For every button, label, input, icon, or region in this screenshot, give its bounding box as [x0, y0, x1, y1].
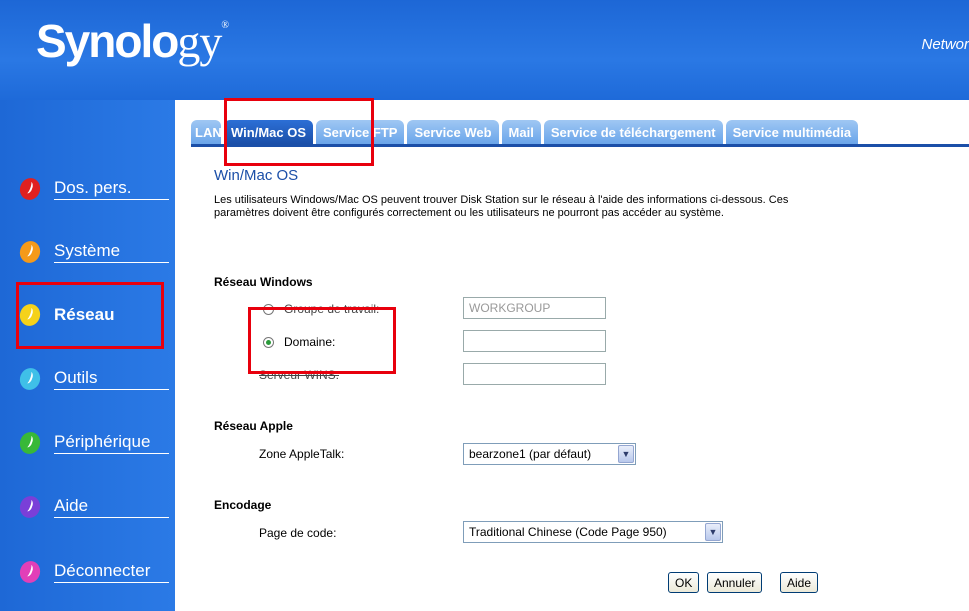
sidebar-item-label: Aide: [54, 496, 169, 518]
codepage-select[interactable]: Traditional Chinese (Code Page 950) ▼: [463, 521, 723, 543]
bullet-icon: [16, 429, 44, 457]
logo-registered-mark: ®: [221, 20, 229, 31]
page-title: Win/Mac OS: [214, 167, 299, 184]
bullet-icon: [16, 175, 44, 203]
sidebar: Dos. pers. Système Réseau Outils Périphé…: [0, 100, 175, 611]
bullet-icon: [16, 493, 44, 521]
sidebar-item-deconnecter[interactable]: Déconnecter: [16, 555, 170, 589]
bullet-icon: [16, 238, 44, 266]
highlight-box-reseau: [16, 282, 164, 349]
highlight-box-tab: [224, 98, 374, 166]
encoding-heading: Encodage: [214, 498, 272, 512]
page-description: Les utilisateurs Windows/Mac OS peuvent …: [214, 194, 789, 219]
domain-input[interactable]: [463, 330, 606, 352]
sidebar-item-peripherique[interactable]: Périphérique: [16, 426, 170, 460]
sidebar-item-label: Dos. pers.: [54, 178, 169, 200]
help-button[interactable]: Aide: [780, 572, 819, 593]
sidebar-item-label: Déconnecter: [54, 561, 169, 583]
synology-logo: Synology®: [36, 14, 229, 68]
ok-button[interactable]: OK: [668, 572, 700, 593]
highlight-box-domaine: [248, 307, 396, 374]
bullet-icon: [16, 558, 44, 586]
appletalk-zone-value: bearzone1 (par défaut): [469, 447, 592, 461]
appletalk-zone-select[interactable]: bearzone1 (par défaut) ▼: [463, 443, 636, 465]
sidebar-item-label: Système: [54, 241, 169, 263]
cancel-button[interactable]: Annuler: [707, 572, 763, 593]
sidebar-item-dos-pers[interactable]: Dos. pers.: [16, 172, 170, 206]
tab-lan[interactable]: LAN: [191, 120, 221, 144]
tab-mail[interactable]: Mail: [501, 120, 541, 144]
bullet-icon: [16, 365, 44, 393]
sidebar-item-systeme[interactable]: Système: [16, 235, 170, 269]
apple-network-heading: Réseau Apple: [214, 419, 293, 433]
header-bar: Synology® Networ: [0, 0, 969, 100]
sidebar-item-outils[interactable]: Outils: [16, 362, 170, 396]
logo-tail-text: gy: [177, 16, 222, 67]
chevron-down-icon[interactable]: ▼: [618, 445, 634, 463]
workgroup-input[interactable]: WORKGROUP: [463, 297, 606, 319]
sidebar-item-label: Outils: [54, 368, 169, 390]
codepage-value: Traditional Chinese (Code Page 950): [469, 525, 667, 539]
tab-service-web[interactable]: Service Web: [407, 120, 499, 144]
chevron-down-icon[interactable]: ▼: [705, 523, 721, 541]
appletalk-zone-label: Zone AppleTalk:: [259, 447, 345, 461]
tab-service-multimedia[interactable]: Service multimédia: [725, 120, 859, 144]
logo-main-text: Synolo: [36, 15, 179, 67]
codepage-label: Page de code:: [259, 526, 337, 540]
sidebar-item-aide[interactable]: Aide: [16, 490, 170, 524]
tab-service-telechargement[interactable]: Service de téléchargement: [543, 120, 723, 144]
sidebar-item-label: Périphérique: [54, 432, 169, 454]
header-product-name: Networ: [921, 36, 969, 53]
windows-network-heading: Réseau Windows: [214, 275, 313, 289]
wins-server-input[interactable]: [463, 363, 606, 385]
